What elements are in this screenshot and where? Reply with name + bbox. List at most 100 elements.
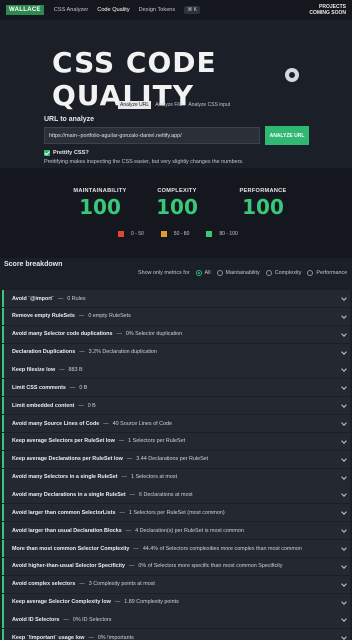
- chevron-down-icon[interactable]: [341, 616, 347, 623]
- metric-value: 1 Selectors per RuleSet: [128, 438, 186, 445]
- metric-value: 0 Rules: [67, 295, 86, 302]
- nav-code-quality[interactable]: Code Quality: [97, 7, 129, 13]
- command-palette-shortcut[interactable]: ⌘ K: [184, 6, 200, 14]
- chevron-down-icon[interactable]: [341, 313, 347, 319]
- metric-row[interactable]: Avoid higher-than-usual Selector Specifi…: [2, 557, 350, 575]
- metric-separator: —: [69, 384, 76, 391]
- metric-name: Avoid larger than common SelectorLists: [12, 509, 116, 516]
- metric-name: More than most common Selector Complexit…: [12, 545, 130, 552]
- analyze-url-button[interactable]: ANALYZE URL: [265, 126, 309, 145]
- metric-value: 883 B: [68, 366, 83, 373]
- chevron-down-icon[interactable]: [341, 545, 347, 551]
- metric-row[interactable]: Remove empty RuleSets —0 empty RuleSets: [2, 307, 350, 325]
- metric-separator: —: [133, 545, 139, 552]
- input-mode-tabs: Analyze URL Analyze File Analyze CSS inp…: [118, 101, 234, 109]
- metric-row[interactable]: Avoid many Declarations in a single Rule…: [2, 486, 350, 504]
- metric-separator: —: [125, 527, 132, 534]
- chevron-down-icon[interactable]: [341, 366, 347, 373]
- tab-analyze-css-input[interactable]: Analyze CSS input: [186, 101, 232, 109]
- metric-row[interactable]: Avoid many Source Lines of Code —40 Sourc…: [2, 415, 350, 433]
- metric-separator: —: [126, 456, 133, 463]
- metric-value: 0 empty RuleSets: [88, 313, 131, 320]
- metric-value: 1 Selectors per RuleSet (most common): [128, 509, 225, 516]
- chevron-down-icon[interactable]: [341, 473, 347, 480]
- metric-row[interactable]: Avoid larger than usual Declaration Bloc…: [2, 522, 350, 540]
- wallace-logo[interactable]: WALLACE: [6, 5, 44, 15]
- metric-value: 3 Complexity points at most: [88, 581, 155, 588]
- chevron-down-icon[interactable]: [341, 330, 347, 337]
- metric-separator: —: [78, 402, 84, 409]
- metric-separator: —: [88, 634, 94, 640]
- breakdown-title: Score breakdown: [4, 261, 63, 268]
- chevron-down-icon[interactable]: [341, 527, 347, 534]
- legend-swatch-green: [206, 231, 213, 237]
- radio-icon[interactable]: [216, 270, 223, 276]
- chevron-down-icon[interactable]: [341, 384, 347, 391]
- metric-row[interactable]: More than most common Selector Complexit…: [2, 540, 350, 558]
- metric-value: 0% !importants: [97, 634, 134, 640]
- metric-row[interactable]: Keep average Declarations per RuleSet lo…: [2, 450, 350, 468]
- metric-name: Avoid `@import`: [12, 295, 54, 302]
- metric-row[interactable]: Avoid larger than common SelectorLists —1…: [2, 504, 350, 522]
- coming-soon-label: COMING SOON: [309, 10, 346, 16]
- metric-name: Keep `!important` usage low: [12, 634, 85, 640]
- prettify-note: Prettifying makes inspecting the CSS eas…: [44, 159, 244, 165]
- metric-name: Avoid ID Selectors: [12, 616, 60, 623]
- github-icon[interactable]: [285, 68, 299, 82]
- performance-value: 100: [242, 195, 284, 219]
- filter-option-performance[interactable]: Performance: [307, 270, 347, 276]
- chevron-down-icon[interactable]: [341, 509, 347, 516]
- metric-row[interactable]: Keep filesize low —883 B: [2, 361, 350, 379]
- chevron-down-icon[interactable]: [341, 420, 347, 426]
- metric-separator: —: [79, 581, 85, 588]
- chevron-down-icon[interactable]: [341, 563, 347, 569]
- metric-row[interactable]: Avoid many Selector code duplications —0%…: [2, 325, 350, 343]
- metric-row[interactable]: Limit CSS comments —0 B: [2, 379, 350, 397]
- radio-selected-icon[interactable]: [195, 270, 202, 276]
- metric-row[interactable]: Avoid many Selectors in a single RuleSet…: [2, 468, 350, 486]
- tab-analyze-file[interactable]: Analyze File: [153, 101, 184, 109]
- metric-separator: —: [103, 420, 109, 427]
- metric-name: Keep average Selectors per RuleSet low: [12, 438, 115, 445]
- chevron-down-icon[interactable]: [341, 348, 347, 355]
- radio-icon[interactable]: [307, 270, 314, 276]
- chevron-down-icon[interactable]: [341, 491, 347, 498]
- metric-value: 0% ID Selectors: [72, 616, 112, 623]
- complexity-score: COMPLEXITY 100: [150, 188, 204, 219]
- nav-design-tokens[interactable]: Design Tokens: [139, 7, 176, 13]
- metric-row[interactable]: Avoid ID Selectors —0% ID Selectors: [2, 611, 350, 629]
- metric-row[interactable]: Keep average Selector Complexity low —1.8…: [2, 593, 350, 611]
- filter-option-all[interactable]: All: [195, 270, 211, 276]
- metric-name: Avoid many Source Lines of Code: [12, 420, 100, 427]
- radio-icon[interactable]: [265, 270, 272, 276]
- metric-row[interactable]: Limit embedded content —0 B: [2, 397, 350, 415]
- chevron-down-icon[interactable]: [341, 634, 347, 640]
- metric-separator: —: [63, 616, 69, 623]
- performance-score: PERFORMANCE 100: [234, 188, 292, 219]
- metric-separator: —: [129, 563, 135, 570]
- chevron-down-icon[interactable]: [341, 438, 347, 444]
- nav-css-analyzer[interactable]: CSS Analyzer: [54, 7, 89, 13]
- url-input[interactable]: [44, 127, 260, 144]
- chevron-down-icon[interactable]: [341, 295, 347, 301]
- metric-row[interactable]: Keep average Selectors per RuleSet low —1…: [2, 432, 350, 450]
- prettify-toggle[interactable]: Prettify CSS?: [44, 150, 89, 156]
- filter-option-maintainability[interactable]: Maintainability: [216, 270, 260, 276]
- projects-link[interactable]: PROJECTS COMING SOON: [309, 4, 346, 16]
- chevron-down-icon[interactable]: [341, 455, 347, 462]
- tab-analyze-url[interactable]: Analyze URL: [118, 101, 152, 109]
- chevron-down-icon[interactable]: [341, 580, 347, 587]
- prettify-checkbox[interactable]: [44, 150, 50, 156]
- metric-value: 44.4% of Selectors complexities more com…: [142, 545, 302, 552]
- metric-value: 0 B: [87, 402, 96, 409]
- maintainability-score: MAINTAINABILITY 100: [64, 188, 136, 219]
- url-label: URL to analyze: [44, 116, 95, 123]
- chevron-down-icon[interactable]: [341, 402, 347, 408]
- metric-row[interactable]: Declaration Duplications —3.2% Declaratio…: [2, 343, 350, 361]
- metric-row[interactable]: Keep `!important` usage low —0% !importan…: [2, 629, 350, 640]
- filter-option-label: Maintainability: [225, 270, 260, 276]
- metric-row[interactable]: Avoid `@import` —0 Rules: [2, 290, 350, 307]
- metric-row[interactable]: Avoid complex selectors —3 Complexity poi…: [2, 575, 350, 593]
- filter-option-complexity[interactable]: Complexity: [265, 270, 301, 276]
- chevron-down-icon[interactable]: [341, 598, 347, 605]
